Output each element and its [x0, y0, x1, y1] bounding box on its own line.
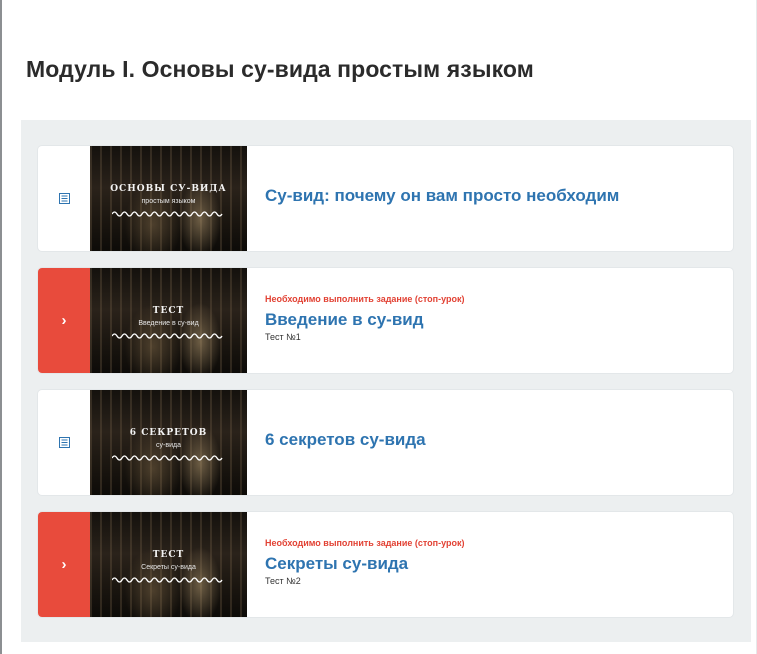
lesson-status-cell — [38, 146, 90, 251]
lesson-list: Основы су-вида простым языком Су-вид: по… — [21, 120, 751, 642]
thumbnail-wave-decoration — [112, 211, 223, 217]
lesson-text: Необходимо выполнить задание (стоп-урок)… — [265, 512, 721, 617]
lesson-title-link[interactable]: Секреты су-вида — [265, 554, 408, 574]
test-item[interactable]: › Тест Секреты су-вида Необходимо выполн… — [38, 512, 733, 617]
thumbnail-subtitle: су-вида — [156, 442, 181, 449]
chevron-right-icon: › — [61, 556, 67, 573]
page-left-border — [0, 0, 2, 654]
lesson-item[interactable]: 6 секретов су-вида 6 секретов су-вида — [38, 390, 733, 495]
thumbnail-subtitle: Введение в су-вид — [138, 320, 199, 327]
module-title: Модуль I. Основы су-вида простым языком — [26, 56, 534, 82]
document-icon — [58, 193, 70, 204]
stop-lesson-marker[interactable]: › — [38, 512, 90, 617]
chevron-right-icon: › — [61, 312, 67, 329]
document-icon — [58, 437, 70, 448]
thumbnail-wave-decoration — [112, 455, 223, 461]
thumbnail-title: Тест — [152, 306, 185, 316]
lesson-status-cell — [38, 390, 90, 495]
thumbnail-title: 6 секретов — [129, 428, 208, 438]
lesson-thumbnail[interactable]: Тест Секреты су-вида — [90, 512, 247, 617]
lesson-title-link[interactable]: 6 секретов су-вида — [265, 430, 426, 450]
lesson-thumbnail[interactable]: Тест Введение в су-вид — [90, 268, 247, 373]
lesson-thumbnail[interactable]: 6 секретов су-вида — [90, 390, 247, 495]
lesson-title-link[interactable]: Введение в су-вид — [265, 310, 424, 330]
lesson-text: Необходимо выполнить задание (стоп-урок)… — [265, 268, 721, 373]
thumbnail-title: Тест — [152, 550, 185, 560]
stop-lesson-marker[interactable]: › — [38, 268, 90, 373]
lesson-thumbnail[interactable]: Основы су-вида простым языком — [90, 146, 247, 251]
thumbnail-wave-decoration — [112, 577, 223, 583]
thumbnail-subtitle: простым языком — [141, 198, 196, 205]
test-number: Тест №2 — [265, 576, 301, 586]
thumbnail-wave-decoration — [112, 333, 223, 339]
stop-lesson-warning: Необходимо выполнить задание (стоп-урок) — [265, 294, 465, 304]
lesson-text: Су-вид: почему он вам просто необходим — [265, 146, 721, 251]
lesson-text: 6 секретов су-вида — [265, 390, 721, 495]
stop-lesson-warning: Необходимо выполнить задание (стоп-урок) — [265, 538, 465, 548]
lesson-title-link[interactable]: Су-вид: почему он вам просто необходим — [265, 186, 619, 206]
test-item[interactable]: › Тест Введение в су-вид Необходимо выпо… — [38, 268, 733, 373]
lesson-item[interactable]: Основы су-вида простым языком Су-вид: по… — [38, 146, 733, 251]
thumbnail-title: Основы су-вида — [110, 184, 227, 194]
test-number: Тест №1 — [265, 332, 301, 342]
thumbnail-subtitle: Секреты су-вида — [141, 564, 196, 571]
